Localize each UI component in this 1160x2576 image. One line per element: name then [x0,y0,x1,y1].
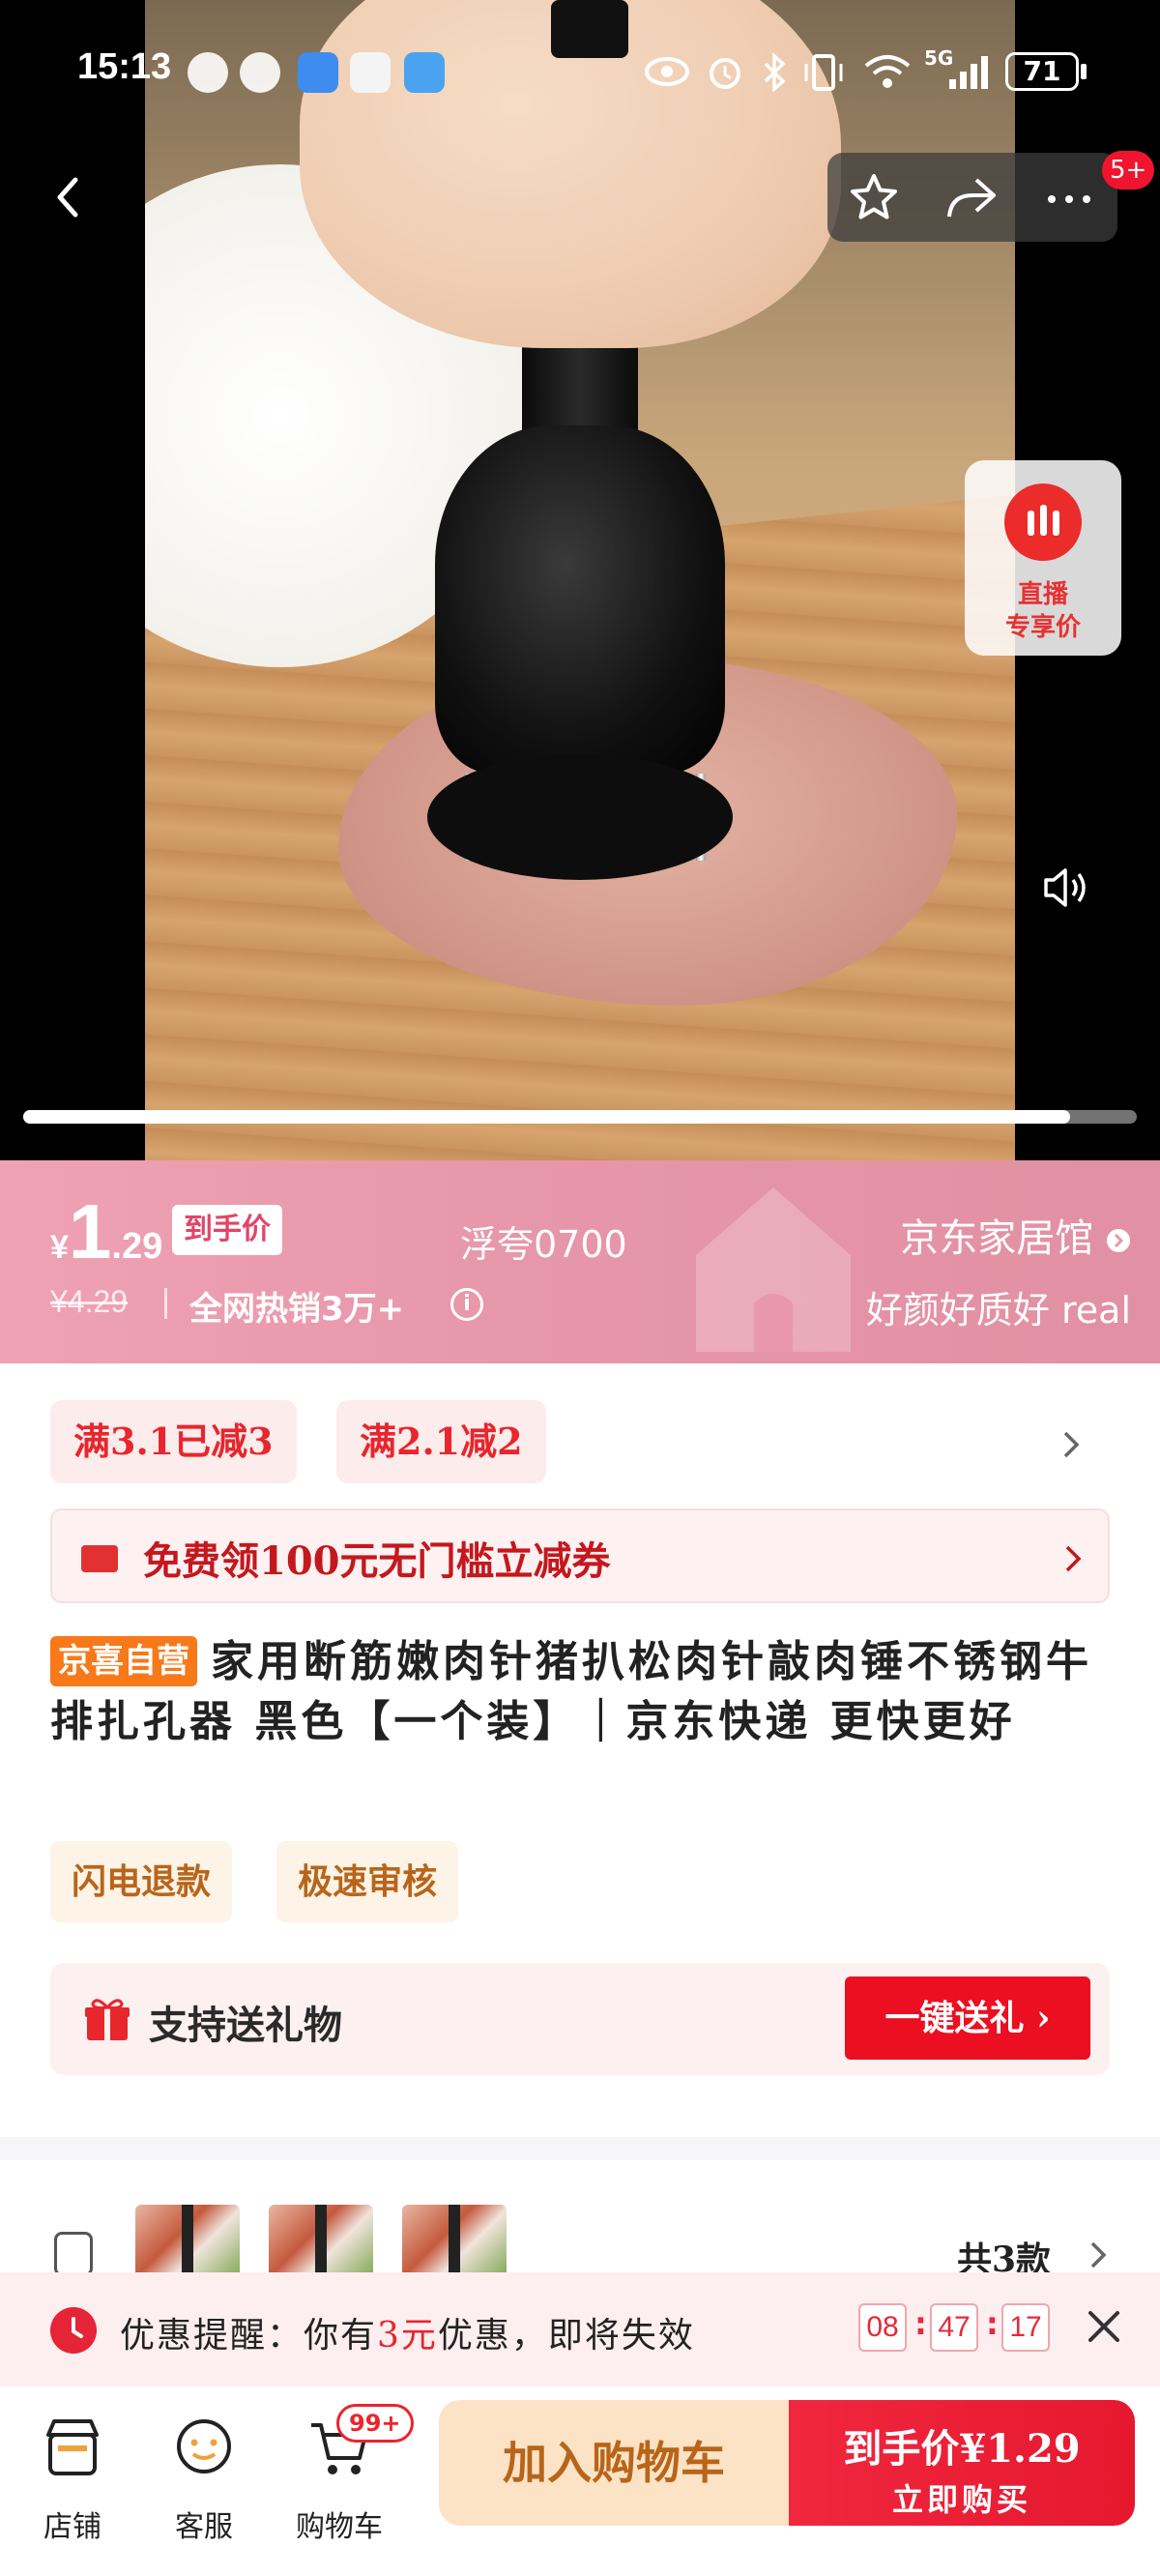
reminder-text: 优惠提醒：你有3元优惠，即将失效 [120,2316,695,2356]
video-progress-fill [23,1110,1070,1124]
product-detail-page: 15:13 5G 71 5+ 直播 专享价 ¥1.29 到手价 浮夸0700 ¥… [0,0,1160,2576]
status-time: 15:13 [77,46,172,87]
send-gift-button[interactable]: 一键送礼 › [845,1976,1090,2060]
mobile-icon [350,52,391,93]
speaker-icon [1044,868,1086,907]
close-icon[interactable] [1083,2305,1125,2348]
store-icon [46,2419,99,2475]
countdown-seconds: 17 [1001,2303,1050,2352]
chevron-right-circle-icon [1107,1229,1130,1252]
gift-icon [85,1999,130,2040]
coupon-banner[interactable]: 免费领100元无门槛立减券 [50,1508,1110,1603]
variant-thumbnail[interactable] [402,2205,507,2282]
top-actions [827,153,1117,242]
tab-customer-service[interactable]: 客服 [151,2406,257,2551]
status-bar: 15:13 5G 71 [0,39,1160,106]
wechat-icon [188,52,228,93]
store-slogan: 好颜好质好 real [865,1289,1131,1332]
tab-cart-label: 购物车 [296,2510,383,2544]
weather-icon [404,52,445,93]
customer-service-icon [177,2419,231,2474]
meat-tenderizer-image [435,425,725,774]
eye-icon [645,57,689,86]
final-price-tag: 到手价 [172,1205,282,1255]
variant-selector[interactable]: 共3款 [0,2160,1160,2282]
service-chip[interactable]: 极速审核 [276,1841,459,1922]
chevron-right-icon[interactable] [1059,1425,1083,1464]
cart-count-badge: 99+ [336,2404,414,2443]
live-label: 直播 [1017,580,1068,609]
coupon-icon [81,1545,118,1572]
countdown-hours: 08 [858,2303,907,2352]
gift-label: 支持送礼物 [149,2003,342,2048]
alarm-icon [710,58,740,89]
buy-now-label: 立即购买 [891,2481,1031,2518]
variant-select-icon [54,2232,93,2276]
bluetooth-icon [764,52,786,93]
countdown-minutes: 47 [930,2303,978,2352]
original-price: ¥4.29 [50,1284,129,1319]
back-button[interactable] [25,153,114,242]
countdown-colon: : [914,2305,927,2342]
product-title: 京喜自营 家用断筋嫩肉针猪扒松肉针敲肉锤不锈钢牛排扎孔器 黑色【一个装】｜京东快递… [50,1632,1114,1752]
vibrate-icon [804,54,843,91]
sales-count: 全网热销3万+ [189,1290,405,1329]
gift-banner: 支持送礼物 一键送礼 › [50,1963,1110,2075]
more-icon[interactable] [1040,170,1098,224]
tab-service-label: 客服 [175,2510,233,2544]
tab-shop-label: 店铺 [44,2510,102,2544]
share-icon[interactable] [942,170,1000,224]
add-to-cart-button[interactable]: 加入购物车 [439,2400,789,2526]
bottom-action-bar: 店铺 客服 购物车 99+ 加入购物车 到手价¥1.29 立即购买 [0,2386,1160,2576]
buy-price-label: 到手价¥1.29 [843,2426,1081,2472]
variant-thumbnail[interactable] [269,2205,373,2282]
variant-thumbnail[interactable] [135,2205,240,2282]
product-title-text: 家用断筋嫩肉针猪扒松肉针敲肉锤不锈钢牛排扎孔器 黑色【一个装】｜京东快递 更快更… [50,1637,1092,1746]
chevron-right-icon [1065,1545,1082,1572]
wifi-icon [864,55,911,88]
service-chip[interactable]: 闪电退款 [50,1841,233,1922]
live-icon [1004,483,1082,561]
buy-now-button[interactable]: 到手价¥1.29 立即购买 [789,2400,1135,2526]
section-divider [0,2137,1160,2160]
self-operated-badge: 京喜自营 [50,1636,197,1686]
message-icon [298,52,338,93]
tab-shop[interactable]: 店铺 [19,2406,126,2551]
video-progress-bar[interactable] [23,1110,1137,1124]
battery-icon [1081,64,1087,79]
live-code: 浮夸0700 [460,1223,627,1266]
price-banner: ¥1.29 到手价 浮夸0700 ¥4.29 全网热销3万+ i 京东家居馆 好… [0,1160,1160,1363]
product-video[interactable]: 15:13 5G 71 5+ 直播 专享价 [0,0,1160,1160]
divider [164,1288,167,1319]
info-icon[interactable]: i [450,1288,483,1321]
chevron-left-icon [57,177,78,218]
countdown-colon: : [986,2305,999,2342]
signal-icon [949,56,988,89]
hand-icon [240,52,280,93]
current-price: ¥1.29 [50,1188,163,1274]
promo-chip[interactable]: 满2.1减2 [336,1400,546,1483]
promo-chip[interactable]: 满3.1已减3 [50,1400,297,1483]
message-count-badge: 5+ [1102,151,1155,190]
sound-button[interactable] [1025,849,1102,926]
clock-icon [50,2307,97,2354]
store-link[interactable]: 京东家居馆 [900,1207,1131,1263]
store-home-icon [696,1187,851,1352]
live-sublabel: 专享价 [1004,613,1081,642]
live-price-card[interactable]: 直播 专享价 [965,460,1121,656]
chevron-right-icon [1090,2241,1107,2269]
battery-level: 71 [1005,52,1079,91]
coupon-text: 免费领100元无门槛立减券 [143,1538,611,1584]
favorite-star-icon[interactable] [847,170,901,224]
coupon-expiry-reminder: 优惠提醒：你有3元优惠，即将失效 08 : 47 : 17 [0,2272,1160,2386]
